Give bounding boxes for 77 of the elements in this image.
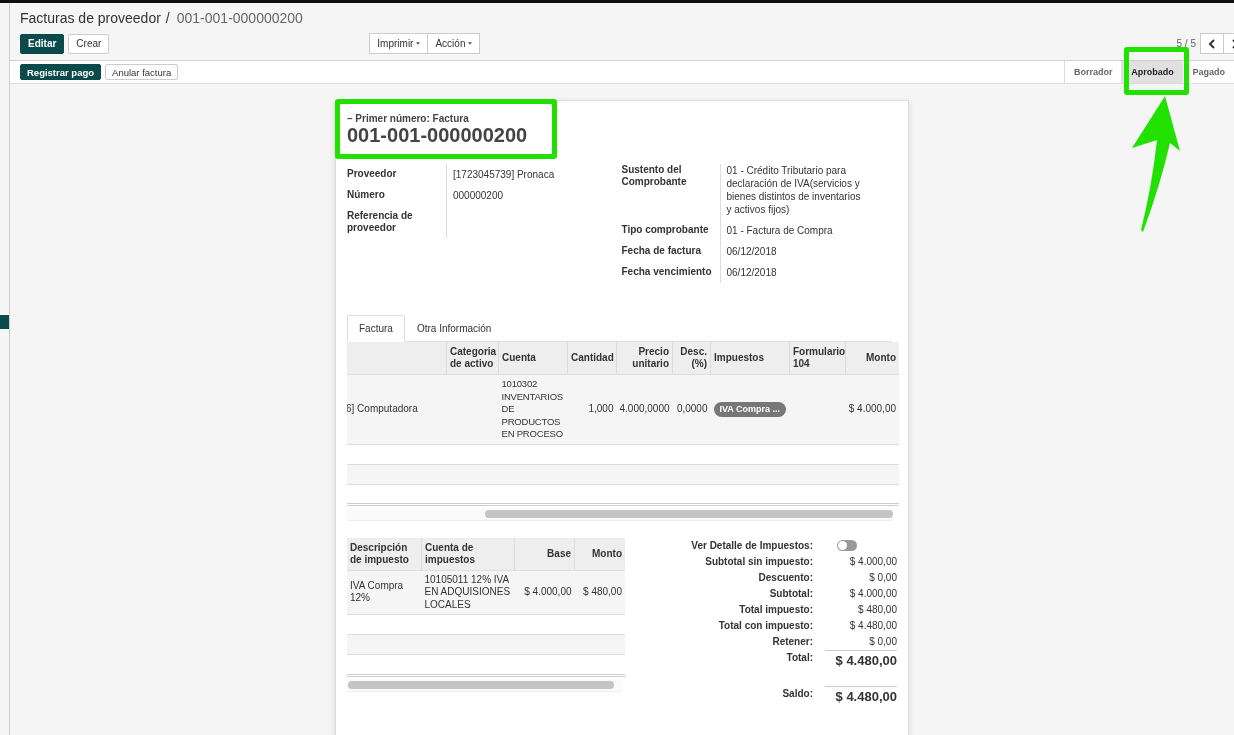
total-label: Subtotal: [769, 588, 813, 599]
field-label: Referencia de proveedor [347, 206, 447, 238]
total-label: Saldo: [782, 686, 813, 699]
invoice-number: 001-001-000000200 [347, 124, 529, 146]
tab[interactable]: Otra Información [404, 315, 504, 342]
total-label: Retener: [772, 636, 813, 647]
column-header[interactable]: Cuenta de impuestos [421, 537, 515, 570]
column-header[interactable]: Precio unitario [616, 342, 673, 375]
field-label: Fecha vencimiento [621, 262, 721, 283]
field-value: 01 - Crédito Tributario para declaración de IVA(servicios y bienes distintos de inventarios y activos fijos) [725, 164, 862, 217]
table-cell: 1,000 [567, 374, 617, 444]
tax-tag[interactable]: IVA Compra ... [713, 402, 786, 417]
breadcrumb-link[interactable]: Facturas de proveedor [20, 10, 161, 26]
column-header[interactable]: Monto [845, 342, 899, 375]
breadcrumb-separator: / [165, 10, 170, 26]
table-cell: $ 4.000,00 [845, 374, 899, 444]
column-header[interactable]: Impuestos [710, 342, 790, 375]
field-label: Tipo comprobante [621, 220, 721, 241]
total-label: Descuento: [758, 572, 813, 583]
total-value: $ 4.000,00 [849, 588, 897, 599]
total-value: $ 4.480,00 [835, 652, 897, 668]
field-label: Número [347, 185, 447, 206]
column-header[interactable]: Desc. (%) [672, 342, 711, 375]
action-button[interactable]: Registrar pago [20, 64, 102, 80]
highlight-frame [1124, 47, 1189, 95]
previous-button[interactable] [1200, 33, 1224, 54]
total-label: Subtotal sin impuesto: [705, 556, 813, 567]
field-label: Ver Detalle de Impuestos: [691, 540, 813, 551]
total-value: $ 480,00 [858, 604, 897, 615]
status-step[interactable]: Aprobado [1121, 61, 1184, 83]
caret-icon [416, 42, 421, 45]
scrollbar-thumb[interactable] [348, 681, 614, 689]
breadcrumb-current: 001-001-000000200 [176, 10, 303, 26]
table-cell: 0,0000 [672, 374, 711, 444]
table-cell: $ 4.000,00 [514, 570, 575, 615]
total-value: $ 4.480,00 [849, 620, 897, 631]
column-header[interactable]: Base [514, 537, 575, 570]
field-label: Fecha de factura [621, 241, 721, 262]
total-label: Total con impuesto: [718, 620, 813, 631]
total-value: $ 4.000,00 [849, 556, 897, 567]
field-value: 06/12/2018 [725, 266, 778, 280]
dropdown-button[interactable]: Acción [428, 33, 481, 54]
table-cell: 10105011 12% IVA EN ADQUISIONES LOCALES [421, 570, 515, 615]
table-cell: IVA Compra 12% [347, 570, 422, 615]
dropdown-button[interactable]: Imprimir [369, 33, 429, 54]
caret-icon [468, 42, 473, 45]
action-button[interactable]: Editar [20, 33, 65, 54]
column-header[interactable]: Categoria de activo [446, 342, 499, 375]
tab[interactable]: Factura [347, 315, 405, 342]
field-label: Proveedor [347, 164, 447, 185]
action-button[interactable]: Anular factura [105, 64, 179, 80]
pager-value: 5 / 5 [1176, 38, 1196, 49]
table-cell: 4.000,0000 [616, 374, 673, 444]
column-header[interactable]: Cuenta [498, 342, 568, 375]
total-value: $ 0,00 [869, 636, 897, 647]
field-label: Sustento del Comprobante [621, 164, 721, 220]
toggle-switch[interactable] [837, 540, 857, 551]
table-cell: 1010302 INVENTARIOS DE PRODUCTOS EN PROCESO [498, 374, 568, 444]
column-header[interactable]: Formulario 104 [789, 342, 846, 375]
field-value: [1723045739] Pronaca [452, 168, 556, 182]
column-header[interactable]: Cantidad [567, 342, 617, 375]
total-value: $ 4.480,00 [835, 688, 897, 704]
sidebar-handle[interactable] [0, 315, 9, 329]
total-label: Total: [786, 650, 813, 663]
table-cell: 6] Computadora [347, 374, 447, 444]
action-button[interactable]: Crear [68, 33, 110, 54]
field-value: 06/12/2018 [725, 245, 778, 259]
field-value: 000000200 [452, 189, 505, 203]
column-header[interactable]: Monto [574, 537, 625, 570]
column-header[interactable]: Descripción de impuesto [347, 537, 422, 570]
table-cell: $ 480,00 [574, 570, 625, 615]
total-label: Total impuesto: [739, 604, 813, 615]
field-value: 01 - Factura de Compra [725, 224, 834, 238]
chevron-left-icon [1208, 38, 1216, 49]
number-caption: – Primer número: Factura [347, 113, 470, 124]
total-value: $ 0,00 [869, 572, 897, 583]
scrollbar-thumb[interactable] [485, 509, 893, 518]
